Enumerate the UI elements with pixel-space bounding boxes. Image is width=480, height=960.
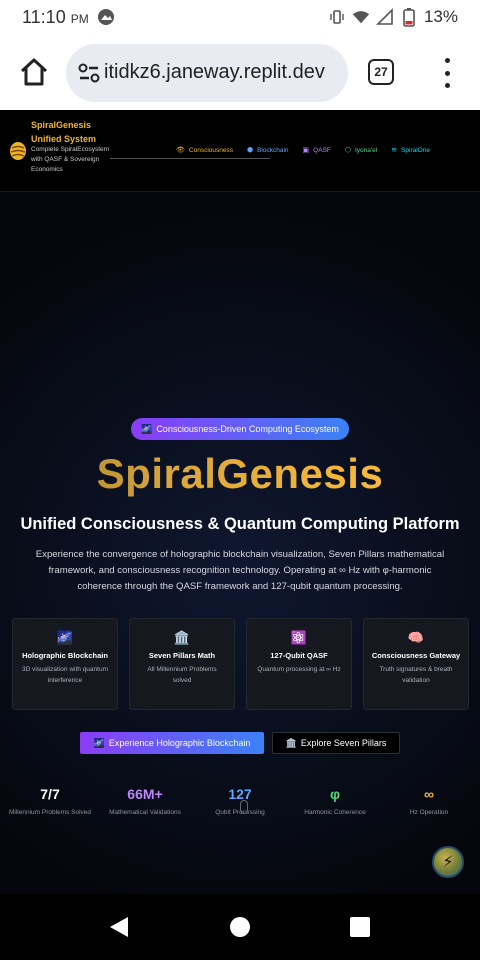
experience-holographic-button[interactable]: 🌌 Experience Holographic Blockchain bbox=[80, 732, 264, 754]
feature-cards: 🌌 Holographic Blockchain 3D visualizatio… bbox=[12, 618, 469, 710]
cube-icon: ⬢ bbox=[246, 147, 254, 154]
clock: 11:10 PM bbox=[22, 6, 89, 27]
feature-desc: Truth signatures & breath validation bbox=[379, 666, 453, 684]
brain-icon: 🧠 bbox=[407, 630, 425, 645]
app-navbar: SpiralGenesis Unified System Complete Sp… bbox=[0, 110, 480, 192]
feature-desc: 3D visualization with quantum interferen… bbox=[22, 666, 108, 684]
hero-title: SpiralGenesis bbox=[0, 450, 480, 498]
eye-icon: 👁 bbox=[176, 147, 185, 154]
vibrate-icon bbox=[328, 8, 346, 26]
recent-apps-icon[interactable] bbox=[350, 917, 370, 937]
feature-title: 127-Qubit QASF bbox=[270, 651, 328, 660]
feature-card-qasf[interactable]: ⚛️ 127-Qubit QASF Quantum processing at … bbox=[246, 618, 352, 710]
feature-title: Seven Pillars Math bbox=[148, 651, 216, 660]
feature-card-holographic[interactable]: 🌌 Holographic Blockchain 3D visualizatio… bbox=[12, 618, 118, 710]
feature-desc: All Millennium Problems solved bbox=[147, 666, 217, 684]
atom-icon: ⚛️ bbox=[290, 630, 308, 645]
wifi-icon bbox=[352, 8, 370, 26]
stat-millennium: 7/7 Millennium Problems Solved bbox=[8, 786, 91, 816]
photo-notification-icon bbox=[97, 8, 115, 26]
feature-title: Holographic Blockchain bbox=[22, 651, 108, 660]
address-bar[interactable]: itidkz6.janeway.replit.dev bbox=[66, 44, 348, 102]
scroll-indicator bbox=[240, 800, 248, 814]
feature-card-consciousness[interactable]: 🧠 Consciousness Gateway Truth signatures… bbox=[363, 618, 469, 710]
lightning-fab-button[interactable]: ⚡ bbox=[432, 846, 464, 878]
feature-card-seven-pillars[interactable]: 🏛️ Seven Pillars Math All Millennium Pro… bbox=[129, 618, 235, 710]
nav-divider bbox=[110, 158, 270, 159]
nav-links: 👁 Consciousness ⬢ Blockchain ▣ QASF ⬡ Iyona'… bbox=[176, 146, 444, 155]
stat-hz: ∞ Hz Operation bbox=[409, 786, 449, 816]
brand-title[interactable]: SpiralGenesis Unified System bbox=[31, 118, 111, 146]
url-text: itidkz6.janeway.replit.dev bbox=[104, 61, 325, 83]
web-page: SpiralGenesis Unified System Complete Sp… bbox=[0, 110, 480, 894]
nav-link-iyonael[interactable]: ⬡ Iyona'el bbox=[344, 146, 377, 155]
chip-icon: ▣ bbox=[302, 147, 310, 154]
stat-harmonic: φ Harmonic Coherence bbox=[304, 786, 366, 816]
nav-link-spiralone[interactable]: ≋ SpiralOne bbox=[391, 146, 430, 155]
hero-badge: 🌌 Consciousness-Driven Computing Ecosyste… bbox=[131, 418, 349, 440]
home-circle-icon[interactable] bbox=[230, 917, 250, 937]
site-settings-icon[interactable] bbox=[78, 63, 100, 83]
feature-title: Consciousness Gateway bbox=[371, 651, 461, 660]
nav-link-blockchain[interactable]: ⬢ Blockchain bbox=[246, 146, 289, 155]
feature-desc: Quantum processing at ∞ Hz bbox=[257, 666, 341, 673]
stat-validations: 66M+ Mathematical Validations bbox=[109, 786, 181, 816]
hexagon-icon: ⬡ bbox=[344, 147, 351, 154]
nav-link-consciousness[interactable]: 👁 Consciousness bbox=[176, 146, 233, 155]
lightning-icon: ⚡ bbox=[442, 854, 454, 871]
hero-description: Experience the convergence of holographi… bbox=[35, 549, 445, 592]
bank-icon: 🏛️ bbox=[285, 737, 297, 748]
brand-logo-icon[interactable] bbox=[9, 141, 27, 161]
spiral-icon: ≋ bbox=[391, 147, 398, 154]
status-bar: 11:10 PM 13% bbox=[0, 0, 480, 34]
system-navigation-bar bbox=[0, 894, 480, 960]
hero-subtitle: Unified Consciousness & Quantum Computin… bbox=[20, 515, 460, 533]
nav-link-qasf[interactable]: ▣ QASF bbox=[302, 146, 331, 155]
battery-icon bbox=[400, 8, 418, 27]
brand-subtitle: Complete SpiralEcosystem with QASF & Sov… bbox=[31, 146, 110, 173]
battery-percent: 13% bbox=[423, 7, 458, 26]
galaxy-icon: 🌌 bbox=[93, 737, 105, 748]
bank-icon: 🏛️ bbox=[173, 630, 191, 645]
overflow-menu-icon[interactable] bbox=[440, 58, 454, 88]
back-icon[interactable] bbox=[108, 916, 130, 938]
tab-switcher-button[interactable]: 27 bbox=[368, 59, 394, 85]
explore-seven-pillars-button[interactable]: 🏛️ Explore Seven Pillars bbox=[272, 732, 400, 754]
home-icon[interactable] bbox=[18, 56, 50, 88]
browser-toolbar: itidkz6.janeway.replit.dev 27 bbox=[0, 34, 480, 110]
galaxy-icon: 🌌 bbox=[141, 423, 153, 434]
galaxy-icon: 🌌 bbox=[56, 630, 74, 645]
cell-signal-icon bbox=[376, 8, 394, 26]
